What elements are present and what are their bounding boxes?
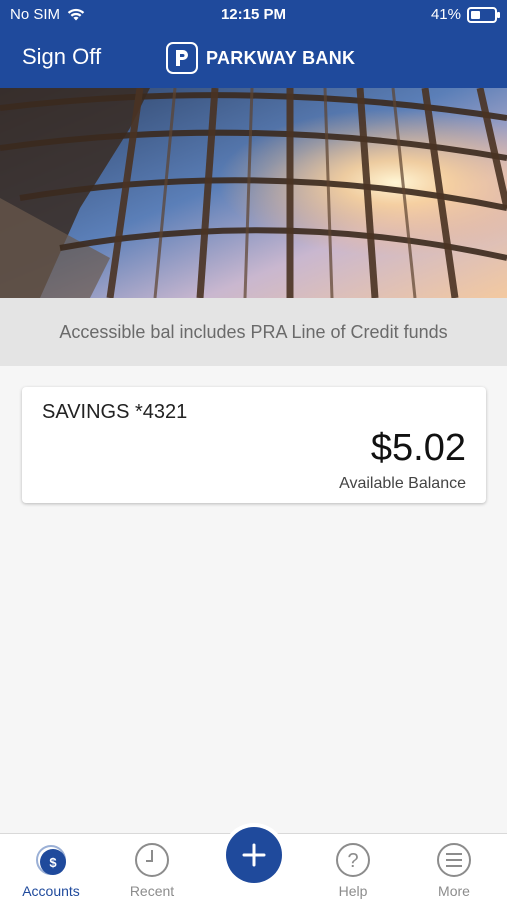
tab-recent[interactable]: Recent [102,834,202,901]
tab-help-label: Help [338,883,368,899]
brand-name: PARKWAY BANK [206,47,356,68]
tab-more-label: More [438,883,470,899]
status-right: 41% [430,6,500,23]
brand: PARKWAY BANK [166,42,355,74]
tab-recent-label: Recent [129,883,175,899]
plus-icon [242,843,266,867]
menu-icon [437,843,471,877]
line-of-credit-notice: Accessible bal includes PRA Line of Cred… [0,298,507,366]
tab-accounts-label: Accounts [22,883,80,899]
bank-logo-icon [166,42,198,74]
battery-percent: 41% [430,6,461,23]
add-button[interactable] [226,827,282,883]
tab-more[interactable]: More [404,834,504,901]
tab-help[interactable]: ? Help [303,834,403,901]
svg-text:?: ? [347,850,358,872]
battery-fill [471,10,480,19]
glass-dome-illustration [0,88,507,298]
question-icon: ? [336,843,370,877]
app-header: No SIM 12:15 PM 41% Sign Off PARKWAY BAN… [0,0,507,88]
tab-accounts[interactable]: $ Accounts [1,834,101,901]
dollar-circle-icon: $ [36,845,66,875]
status-bar: No SIM 12:15 PM 41% [0,0,507,30]
account-name: SAVINGS *4321 [42,401,188,423]
battery-icon [467,6,500,23]
svg-text:$: $ [49,855,57,870]
p-logo-icon [176,50,188,66]
clock-icon [135,843,169,877]
balance-label: Available Balance [339,475,466,492]
sign-off-button[interactable]: Sign Off [22,44,101,70]
account-card[interactable]: SAVINGS *4321 $5.02 Available Balance [22,387,486,503]
account-balance: $5.02 [370,427,466,469]
hero-image [0,88,507,298]
